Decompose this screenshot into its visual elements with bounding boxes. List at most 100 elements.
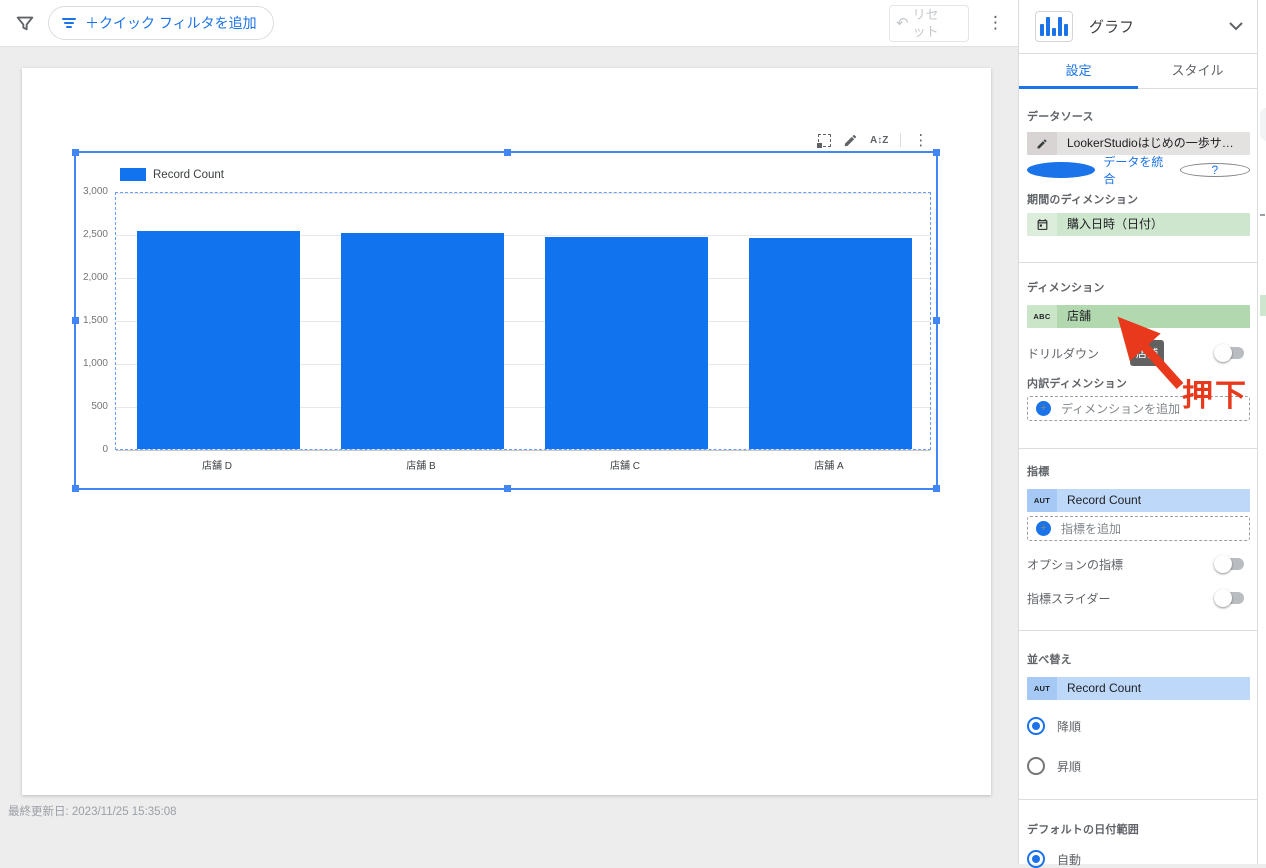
metric-slider-label: 指標スライダー: [1027, 591, 1111, 606]
marquee-select-icon[interactable]: [817, 133, 831, 148]
y-tick-label: 1,500: [82, 315, 108, 326]
panel-title: グラフ: [1089, 19, 1135, 36]
sort-desc-option[interactable]: 降順: [1027, 717, 1081, 735]
tab-style[interactable]: スタイル: [1138, 54, 1257, 88]
divider-fragment: [1260, 214, 1265, 216]
data-source-label: データソース: [1027, 111, 1094, 123]
edit-pencil-icon: [1027, 132, 1057, 155]
auto-type-icon: AUT: [1027, 489, 1057, 512]
x-tick-label: 店舗 D: [202, 461, 232, 472]
add-metric-label: 指標を追加: [1061, 522, 1122, 536]
edit-pencil-icon[interactable]: [843, 133, 858, 148]
bar-2[interactable]: [341, 233, 504, 449]
sort-label: 並べ替え: [1027, 654, 1072, 666]
sort-metric-value: Record Count: [1057, 677, 1250, 700]
text-type-icon: ABC: [1027, 305, 1057, 328]
filter-lines-icon: [61, 17, 77, 29]
plot-area[interactable]: [115, 192, 931, 451]
dimension-label: ディメンション: [1027, 282, 1105, 294]
section-divider: [1019, 799, 1257, 800]
breakdown-dimension-label: 内訳ディメンション: [1027, 378, 1128, 390]
chart-legend: Record Count: [120, 168, 224, 181]
resize-handle[interactable]: [933, 149, 940, 156]
bar-3[interactable]: [545, 237, 708, 449]
bar-4[interactable]: [749, 238, 912, 449]
resize-handle[interactable]: [933, 317, 940, 324]
blend-data-button[interactable]: + データを統合 ?: [1027, 155, 1250, 186]
date-dimension-value: 購入日時（日付）: [1057, 213, 1250, 236]
add-quick-filter-button[interactable]: ＋クイック フィルタを追加: [48, 6, 274, 40]
y-tick-label: 500: [91, 401, 108, 412]
radio-selected-icon[interactable]: [1027, 850, 1045, 868]
metric-slider-toggle[interactable]: [1214, 589, 1244, 607]
reset-button[interactable]: ↶ リセット: [889, 5, 969, 42]
bar-1[interactable]: [137, 231, 300, 449]
report-canvas[interactable]: A↕Z ⋮ Record Count 0 500 1,000 1,500 2,000 2,…: [0, 47, 1018, 864]
legend-label: Record Count: [153, 168, 224, 181]
radio-selected-icon[interactable]: [1027, 717, 1045, 735]
resize-handle[interactable]: [504, 149, 511, 156]
optional-metric-label: オプションの指標: [1027, 557, 1124, 572]
metric-label: 指標: [1027, 466, 1050, 478]
section-divider: [1019, 630, 1257, 631]
y-tick-label: 0: [102, 444, 108, 455]
toolbar-more-menu-icon[interactable]: ⋮: [987, 12, 1004, 34]
resize-handle[interactable]: [933, 485, 940, 492]
resize-handle[interactable]: [72, 485, 79, 492]
optional-metric-toggle[interactable]: [1214, 555, 1244, 573]
filter-funnel-icon[interactable]: [14, 13, 36, 35]
help-icon[interactable]: ?: [1179, 163, 1250, 177]
plus-icon: +: [1036, 521, 1051, 536]
calendar-icon: [1027, 213, 1057, 236]
y-tick-label: 2,500: [82, 229, 108, 240]
panel-header[interactable]: グラフ: [1019, 0, 1257, 54]
sort-asc-option[interactable]: 昇順: [1027, 757, 1081, 775]
add-quick-filter-label: ＋クイック フィルタを追加: [85, 15, 257, 31]
report-page[interactable]: A↕Z ⋮ Record Count 0 500 1,000 1,500 2,000 2,…: [22, 68, 991, 795]
chart-more-menu-icon[interactable]: ⋮: [913, 133, 928, 148]
tab-setup[interactable]: 設定: [1019, 54, 1138, 89]
dimension-value: 店舗: [1057, 305, 1250, 328]
search-box-fragment: [1260, 108, 1266, 141]
top-toolbar: ＋クイック フィルタを追加 ↶ リセット ⋮: [0, 0, 1018, 47]
sort-metric-chip[interactable]: AUT Record Count: [1027, 677, 1250, 700]
optional-metric-row: オプションの指標: [1027, 555, 1250, 573]
reset-label: リセット: [912, 7, 939, 39]
radio-unselected-icon[interactable]: [1027, 757, 1045, 775]
sort-az-icon[interactable]: A↕Z: [870, 135, 888, 146]
chart-hover-toolbar: A↕Z ⋮: [817, 130, 928, 150]
last-updated-text: 最終更新日: 2023/11/25 15:35:08: [8, 806, 177, 818]
sort-desc-label: 降順: [1057, 719, 1082, 734]
date-range-label: デフォルトの日付範囲: [1027, 824, 1139, 836]
add-metric-button[interactable]: + 指標を追加: [1027, 516, 1250, 541]
x-tick-label: 店舗 C: [610, 461, 640, 472]
dimension-chip[interactable]: ABC 店舗: [1027, 305, 1250, 328]
section-divider: [1019, 262, 1257, 263]
undo-icon: ↶: [896, 15, 909, 32]
data-source-chip[interactable]: LookerStudioはじめの一歩サ…: [1027, 132, 1250, 155]
panel-tabs: 設定 スタイル: [1019, 54, 1257, 89]
bar-chart[interactable]: A↕Z ⋮ Record Count 0 500 1,000 1,500 2,000 2,…: [22, 68, 991, 568]
gridline: [116, 450, 930, 451]
chart-type-icon: [1035, 11, 1073, 42]
chevron-down-icon[interactable]: [1229, 22, 1243, 31]
y-tick-label: 2,000: [82, 272, 108, 283]
x-tick-label: 店舗 A: [814, 461, 844, 472]
drag-tooltip: 店舗: [1130, 340, 1164, 366]
plus-icon: +: [1036, 401, 1051, 416]
data-panel-edge: [1257, 0, 1266, 864]
metric-chip[interactable]: AUT Record Count: [1027, 489, 1250, 512]
auto-type-icon: AUT: [1027, 677, 1057, 700]
drilldown-toggle[interactable]: [1214, 344, 1244, 362]
resize-handle[interactable]: [504, 485, 511, 492]
date-range-auto-label: 自動: [1057, 852, 1082, 867]
y-tick-label: 3,000: [82, 186, 108, 197]
gridline: [116, 193, 930, 194]
data-source-name: LookerStudioはじめの一歩サ…: [1057, 132, 1250, 155]
metric-value: Record Count: [1057, 489, 1250, 512]
add-dimension-label: ディメンションを追加: [1061, 402, 1181, 416]
legend-swatch: [120, 168, 146, 181]
date-dimension-chip[interactable]: 購入日時（日付）: [1027, 213, 1250, 236]
resize-handle[interactable]: [72, 149, 79, 156]
date-range-auto-option[interactable]: 自動: [1027, 850, 1081, 868]
